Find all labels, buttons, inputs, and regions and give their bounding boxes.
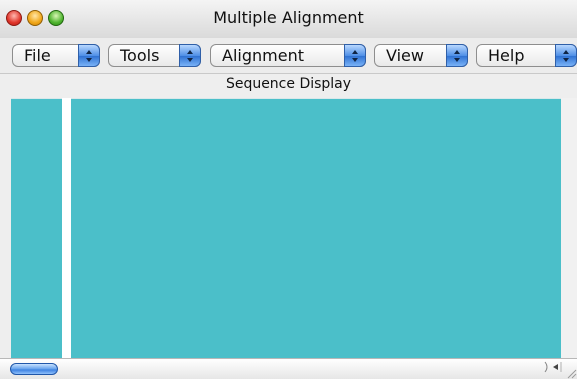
- panel-divider[interactable]: [62, 98, 71, 358]
- help-menu-popup[interactable]: Help: [476, 44, 577, 67]
- file-menu-label: File: [24, 46, 51, 65]
- vertical-scroll-area[interactable]: [561, 98, 577, 358]
- up-down-arrows-icon: [555, 44, 577, 67]
- scroll-arrows[interactable]: [543, 361, 567, 377]
- sequence-display-panel[interactable]: [71, 98, 561, 358]
- up-down-arrows-icon: [344, 44, 366, 67]
- horizontal-scroll-thumb[interactable]: [10, 363, 58, 375]
- tools-menu-popup[interactable]: Tools: [108, 44, 201, 67]
- file-menu-popup[interactable]: File: [12, 44, 100, 67]
- alignment-menu-popup[interactable]: Alignment: [210, 44, 366, 67]
- help-menu-label: Help: [488, 46, 525, 65]
- up-down-arrows-icon: [179, 44, 201, 67]
- menu-toolbar: File Tools Alignment View Help: [0, 38, 577, 74]
- up-down-arrows-icon: [446, 44, 468, 67]
- horizontal-scrollbar[interactable]: [0, 358, 577, 379]
- up-down-arrows-icon: [78, 44, 100, 67]
- view-menu-label: View: [386, 46, 424, 65]
- view-menu-popup[interactable]: View: [374, 44, 468, 67]
- tools-menu-label: Tools: [120, 46, 160, 65]
- scroll-left-arrow-icon[interactable]: [543, 361, 567, 373]
- resize-grip-icon[interactable]: [565, 367, 577, 379]
- multiple-alignment-window: Multiple Alignment File Tools Alignment …: [0, 0, 577, 379]
- window-title: Multiple Alignment: [213, 8, 364, 27]
- sequence-display-label: Sequence Display: [225, 76, 352, 92]
- alignment-menu-label: Alignment: [222, 46, 304, 65]
- title-bar[interactable]: Multiple Alignment: [0, 0, 577, 38]
- sequence-names-panel[interactable]: [11, 98, 62, 358]
